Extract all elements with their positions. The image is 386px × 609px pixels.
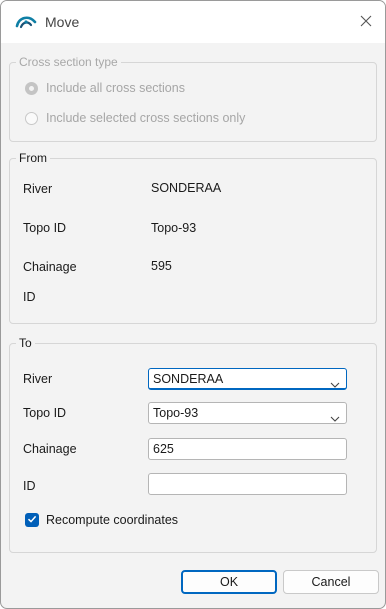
cross-section-type-legend: Cross section type [16, 54, 121, 70]
from-river-label: River [23, 182, 53, 196]
cross-section-type-group: Cross section type [9, 54, 377, 142]
cancel-button[interactable]: Cancel [283, 570, 379, 594]
from-river-value: SONDERAA [151, 181, 222, 195]
to-river-dropdown[interactable]: SONDERAA [148, 368, 347, 390]
recompute-coordinates-checkbox[interactable]: Recompute coordinates [25, 513, 178, 527]
to-river-selected-value: SONDERAA [153, 372, 224, 386]
from-topo-id-label: Topo ID [23, 221, 67, 235]
radio-include-selected-label: Include selected cross sections only [46, 111, 246, 125]
to-chainage-input[interactable]: 625 [148, 438, 347, 460]
from-id-label: ID [23, 290, 36, 304]
chevron-down-icon [330, 409, 340, 422]
to-id-label: ID [23, 479, 36, 493]
checkbox-box [25, 513, 39, 527]
radio-include-all[interactable]: Include all cross sections [25, 81, 185, 95]
to-topo-id-selected-value: Topo-93 [153, 406, 199, 420]
ok-button[interactable]: OK [181, 570, 277, 594]
to-id-input[interactable] [148, 473, 347, 495]
title-bar: Move [1, 1, 385, 43]
close-button[interactable] [353, 9, 379, 35]
from-chainage-label: Chainage [23, 260, 77, 274]
chevron-down-icon [330, 375, 340, 388]
radio-include-selected[interactable]: Include selected cross sections only [25, 111, 245, 125]
to-river-label: River [23, 372, 53, 386]
close-icon [360, 15, 372, 30]
from-chainage-value: 595 [151, 259, 172, 273]
app-logo-icon [15, 14, 37, 30]
radio-button [25, 81, 38, 95]
radio-button [25, 111, 38, 125]
to-topo-id-label: Topo ID [23, 406, 67, 420]
window-title: Move [45, 14, 80, 30]
to-topo-id-dropdown[interactable]: Topo-93 [148, 402, 347, 424]
to-legend: To [16, 335, 35, 351]
move-dialog: Move Cross section type Include all cros… [0, 0, 386, 609]
recompute-coordinates-label: Recompute coordinates [46, 513, 179, 527]
checkmark-icon [27, 513, 37, 527]
from-topo-id-value: Topo-93 [151, 221, 197, 235]
from-legend: From [16, 150, 50, 166]
to-chainage-label: Chainage [23, 442, 77, 456]
radio-include-all-label: Include all cross sections [46, 81, 185, 95]
